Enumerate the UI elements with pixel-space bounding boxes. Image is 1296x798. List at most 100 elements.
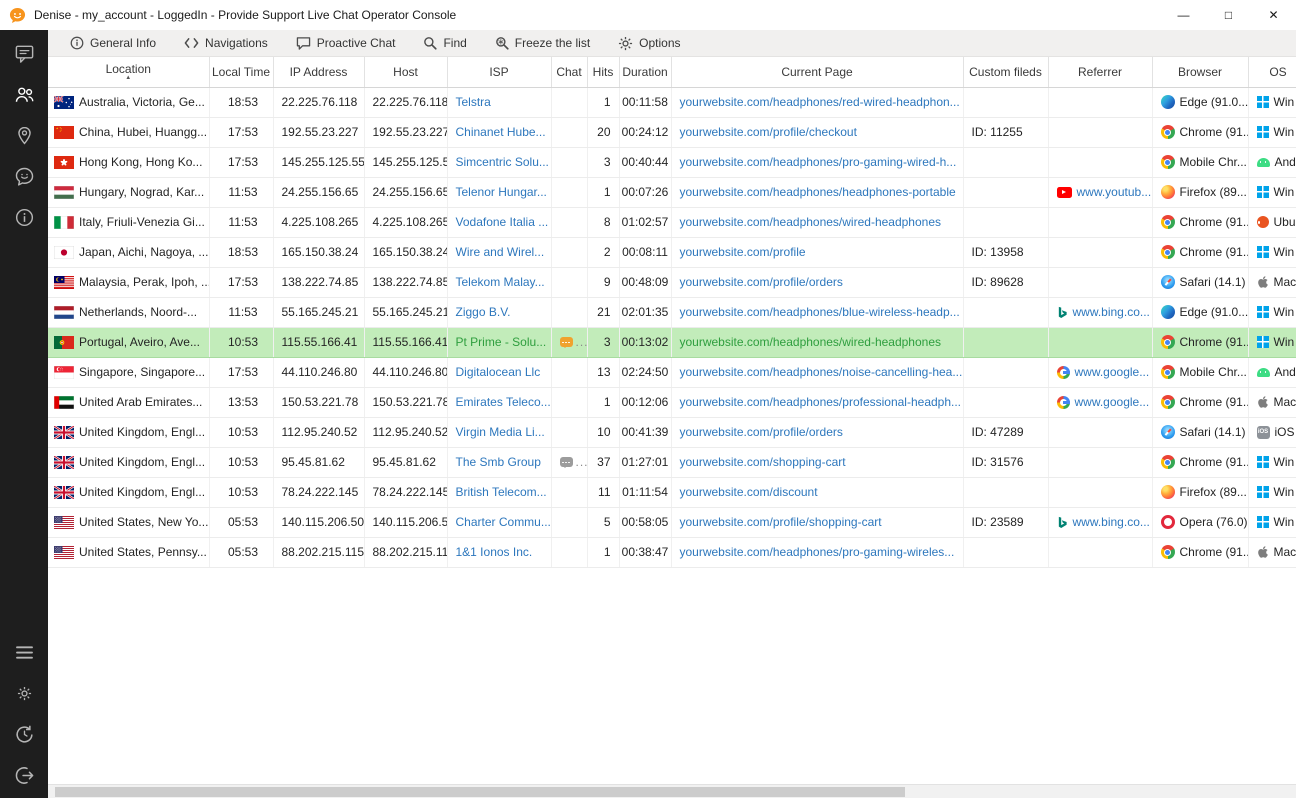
- sidebar-item-menu[interactable]: [0, 632, 48, 673]
- toolbar-button-options[interactable]: Options: [604, 30, 694, 56]
- horizontal-scrollbar-thumb[interactable]: [55, 787, 905, 797]
- isp-link[interactable]: Charter Commu...: [456, 515, 551, 529]
- isp-link[interactable]: Emirates Teleco...: [456, 395, 551, 409]
- visitor-row[interactable]: Japan, Aichi, Nagoya, ...18:53165.150.38…: [48, 237, 1296, 267]
- maximize-button[interactable]: □: [1206, 0, 1251, 30]
- column-header-duration[interactable]: Duration: [619, 57, 671, 87]
- sidebar-item-settings[interactable]: [0, 673, 48, 714]
- current-page-link[interactable]: yourwebsite.com/headphones/professional-…: [680, 395, 962, 409]
- current-page-link[interactable]: yourwebsite.com/profile: [680, 245, 806, 259]
- column-header-hits[interactable]: Hits: [587, 57, 619, 87]
- flag-jp-icon: [54, 246, 74, 259]
- toolbar-button-proactive-chat[interactable]: Proactive Chat: [282, 30, 410, 56]
- visitor-row[interactable]: Portugal, Aveiro, Ave...10:53115.55.166.…: [48, 327, 1296, 357]
- referrer-link[interactable]: www.bing.co...: [1073, 305, 1150, 319]
- isp-link[interactable]: The Smb Group: [456, 455, 541, 469]
- visitor-row[interactable]: Singapore, Singapore...17:5344.110.246.8…: [48, 357, 1296, 387]
- sidebar-item-proactive[interactable]: [0, 156, 48, 197]
- current-page-link[interactable]: yourwebsite.com/headphones/wired-headpho…: [680, 215, 942, 229]
- isp-link[interactable]: Wire and Wirel...: [456, 245, 545, 259]
- close-button[interactable]: ✕: [1251, 0, 1296, 30]
- column-header-referrer[interactable]: Referrer: [1048, 57, 1152, 87]
- column-header-host[interactable]: Host: [364, 57, 447, 87]
- isp-link[interactable]: Telenor Hungar...: [456, 185, 547, 199]
- isp-link[interactable]: 1&1 Ionos Inc.: [456, 545, 533, 559]
- os-cell: Win: [1248, 507, 1296, 537]
- local-time-cell: 11:53: [209, 177, 273, 207]
- location-cell: Singapore, Singapore...: [48, 357, 209, 387]
- minimize-button[interactable]: —: [1161, 0, 1206, 30]
- location-text: Japan, Aichi, Nagoya, ...: [79, 245, 208, 259]
- current-page-link[interactable]: yourwebsite.com/headphones/headphones-po…: [680, 185, 956, 199]
- column-header-custom-fileds[interactable]: Custom fileds: [963, 57, 1048, 87]
- visitor-row[interactable]: United Kingdom, Engl...10:5378.24.222.14…: [48, 477, 1296, 507]
- visitor-row[interactable]: China, Hubei, Huangg...17:53192.55.23.22…: [48, 117, 1296, 147]
- isp-cell: Pt Prime - Solu...: [447, 327, 551, 357]
- current-page-link[interactable]: yourwebsite.com/headphones/blue-wireless…: [680, 305, 960, 319]
- visitor-row[interactable]: Netherlands, Noord-...11:5355.165.245.21…: [48, 297, 1296, 327]
- toolbar-button-freeze-the-list[interactable]: Freeze the list: [481, 30, 604, 56]
- referrer-link[interactable]: www.bing.co...: [1073, 515, 1150, 529]
- visitor-row[interactable]: United Kingdom, Engl...10:5395.45.81.629…: [48, 447, 1296, 477]
- isp-link[interactable]: Ziggo B.V.: [456, 305, 511, 319]
- isp-link[interactable]: Telekom Malay...: [456, 275, 545, 289]
- sidebar-item-logout[interactable]: [0, 755, 48, 796]
- visitor-row[interactable]: United States, New Yo...05:53140.115.206…: [48, 507, 1296, 537]
- visitor-row[interactable]: Italy, Friuli-Venezia Gi...11:534.225.10…: [48, 207, 1296, 237]
- referrer-link[interactable]: www.youtub...: [1077, 185, 1152, 199]
- chat-cell: [551, 507, 587, 537]
- column-header-browser[interactable]: Browser: [1152, 57, 1248, 87]
- toolbar-button-navigations[interactable]: Navigations: [170, 30, 282, 56]
- visitor-row[interactable]: United Arab Emirates...13:53150.53.221.7…: [48, 387, 1296, 417]
- isp-link[interactable]: Telstra: [456, 95, 491, 109]
- visitor-row[interactable]: Malaysia, Perak, Ipoh, ...17:53138.222.7…: [48, 267, 1296, 297]
- toolbar-button-general-info[interactable]: General Info: [56, 30, 170, 56]
- isp-link[interactable]: Simcentric Solu...: [456, 155, 549, 169]
- isp-link[interactable]: Pt Prime - Solu...: [456, 335, 547, 349]
- visitor-row[interactable]: Hong Kong, Hong Ko...17:53145.255.125.55…: [48, 147, 1296, 177]
- current-page-link[interactable]: yourwebsite.com/profile/shopping-cart: [680, 515, 882, 529]
- horizontal-scrollbar[interactable]: [48, 784, 1296, 798]
- current-page-link[interactable]: yourwebsite.com/shopping-cart: [680, 455, 846, 469]
- referrer-link[interactable]: www.google...: [1075, 365, 1150, 379]
- isp-cell: Vodafone Italia ...: [447, 207, 551, 237]
- column-header-location[interactable]: Location▲: [48, 57, 209, 87]
- column-header-chat[interactable]: Chat: [551, 57, 587, 87]
- isp-link[interactable]: British Telecom...: [456, 485, 547, 499]
- current-page-link[interactable]: yourwebsite.com/discount: [680, 485, 818, 499]
- current-page-cell: yourwebsite.com/headphones/wired-headpho…: [671, 207, 963, 237]
- isp-link[interactable]: Chinanet Hube...: [456, 125, 546, 139]
- isp-cell: British Telecom...: [447, 477, 551, 507]
- visitor-row[interactable]: Australia, Victoria, Ge...18:5322.225.76…: [48, 87, 1296, 117]
- current-page-cell: yourwebsite.com/shopping-cart: [671, 447, 963, 477]
- column-header-current-page[interactable]: Current Page: [671, 57, 963, 87]
- column-header-os[interactable]: OS: [1248, 57, 1296, 87]
- visitor-row[interactable]: United Kingdom, Engl...10:53112.95.240.5…: [48, 417, 1296, 447]
- visitor-row[interactable]: Hungary, Nograd, Kar...11:5324.255.156.6…: [48, 177, 1296, 207]
- visitor-row[interactable]: United States, Pennsy...05:5388.202.215.…: [48, 537, 1296, 567]
- location-cell: Hungary, Nograd, Kar...: [48, 177, 209, 207]
- current-page-link[interactable]: yourwebsite.com/headphones/red-wired-hea…: [680, 95, 960, 109]
- column-header-ip-address[interactable]: IP Address: [273, 57, 364, 87]
- sidebar-item-system-info[interactable]: [0, 197, 48, 238]
- sidebar-item-refresh[interactable]: [0, 714, 48, 755]
- current-page-link[interactable]: yourwebsite.com/headphones/noise-cancell…: [680, 365, 963, 379]
- current-page-link[interactable]: yourwebsite.com/profile/orders: [680, 425, 843, 439]
- isp-link[interactable]: Digitalocean Llc: [456, 365, 541, 379]
- sidebar-item-geo-location[interactable]: [0, 115, 48, 156]
- isp-link[interactable]: Virgin Media Li...: [456, 425, 545, 439]
- column-header-local-time[interactable]: Local Time: [209, 57, 273, 87]
- current-page-link[interactable]: yourwebsite.com/profile/checkout: [680, 125, 857, 139]
- toolbar-button-find[interactable]: Find: [409, 30, 480, 56]
- column-header-isp[interactable]: ISP: [447, 57, 551, 87]
- sidebar-item-chats[interactable]: [0, 33, 48, 74]
- current-page-link[interactable]: yourwebsite.com/profile/orders: [680, 275, 843, 289]
- sidebar-item-visitors[interactable]: [0, 74, 48, 115]
- host-cell: 4.225.108.265: [364, 207, 447, 237]
- current-page-cell: yourwebsite.com/headphones/red-wired-hea…: [671, 87, 963, 117]
- current-page-link[interactable]: yourwebsite.com/headphones/pro-gaming-wi…: [680, 545, 955, 559]
- isp-link[interactable]: Vodafone Italia ...: [456, 215, 549, 229]
- current-page-link[interactable]: yourwebsite.com/headphones/pro-gaming-wi…: [680, 155, 957, 169]
- current-page-link[interactable]: yourwebsite.com/headphones/wired-headpho…: [680, 335, 942, 349]
- referrer-link[interactable]: www.google...: [1075, 395, 1150, 409]
